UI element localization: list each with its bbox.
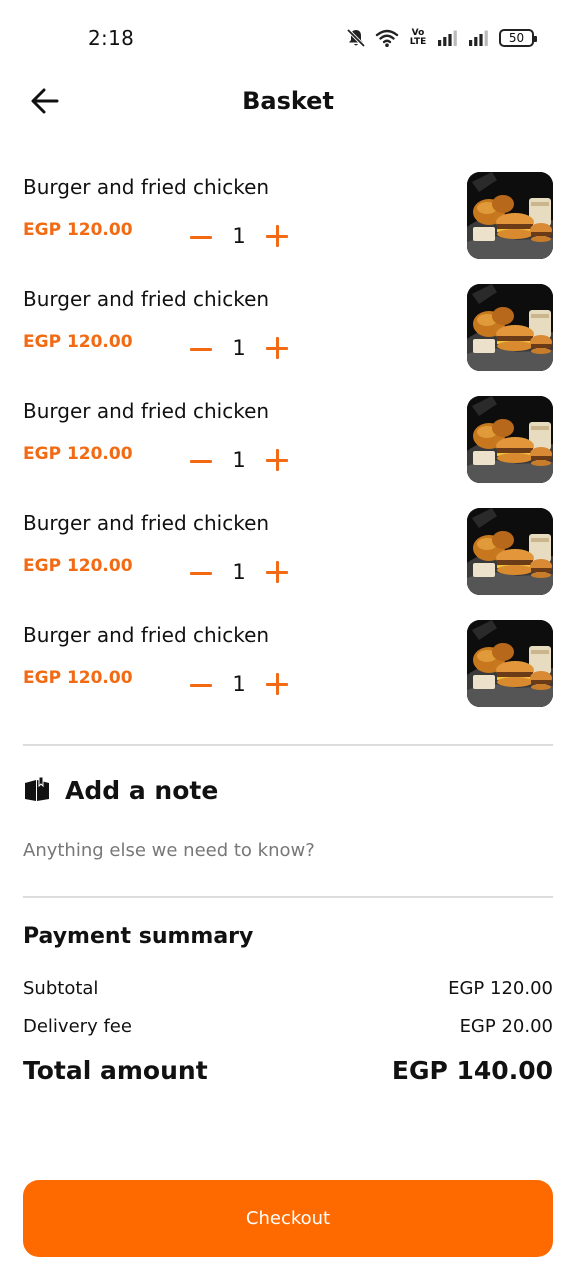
decrease-quantity-button[interactable] bbox=[186, 670, 216, 700]
plus-icon-stroke bbox=[275, 225, 279, 247]
minus-icon bbox=[190, 571, 212, 575]
item-price: EGP 120.00 bbox=[23, 444, 133, 464]
item-price: EGP 120.00 bbox=[23, 668, 133, 688]
increase-quantity-button[interactable] bbox=[262, 445, 292, 475]
status-time: 2:18 bbox=[88, 26, 135, 50]
item-name: Burger and fried chicken bbox=[23, 287, 270, 311]
decrease-quantity-button[interactable] bbox=[186, 558, 216, 588]
item-quantity: 1 bbox=[232, 560, 246, 584]
header: Basket bbox=[0, 78, 576, 128]
basket-item: Burger and fried chicken EGP 120.00 1 bbox=[0, 284, 576, 396]
increase-quantity-button[interactable] bbox=[262, 221, 292, 251]
item-quantity: 1 bbox=[232, 448, 246, 472]
delivery-fee-value: EGP 20.00 bbox=[459, 1016, 553, 1037]
note-icon bbox=[23, 775, 53, 805]
plus-icon-stroke bbox=[275, 561, 279, 583]
item-image bbox=[467, 508, 553, 595]
add-note-section: Add a note bbox=[23, 770, 218, 810]
item-image bbox=[467, 396, 553, 483]
bell-off-icon bbox=[346, 28, 366, 48]
basket-item: Burger and fried chicken EGP 120.00 1 bbox=[0, 396, 576, 508]
item-image bbox=[467, 620, 553, 707]
subtotal-label: Subtotal bbox=[23, 978, 99, 999]
minus-icon bbox=[190, 347, 212, 351]
divider bbox=[23, 896, 553, 898]
signal-icon bbox=[437, 30, 459, 46]
item-price: EGP 120.00 bbox=[23, 220, 133, 240]
add-note-title: Add a note bbox=[65, 775, 219, 805]
item-name: Burger and fried chicken bbox=[23, 511, 270, 535]
plus-icon-stroke bbox=[275, 449, 279, 471]
note-input[interactable] bbox=[23, 834, 553, 866]
minus-icon bbox=[190, 683, 212, 687]
total-row: Total amount EGP 140.00 bbox=[23, 1056, 553, 1085]
minus-icon bbox=[190, 459, 212, 463]
status-bar: 2:18 Vo LTE 50 bbox=[0, 0, 576, 78]
item-quantity: 1 bbox=[232, 224, 246, 248]
plus-icon-stroke bbox=[275, 337, 279, 359]
battery-icon: 50 bbox=[499, 29, 537, 47]
decrease-quantity-button[interactable] bbox=[186, 446, 216, 476]
increase-quantity-button[interactable] bbox=[262, 557, 292, 587]
decrease-quantity-button[interactable] bbox=[186, 334, 216, 364]
subtotal-value: EGP 120.00 bbox=[448, 978, 553, 999]
item-image bbox=[467, 172, 553, 259]
total-label: Total amount bbox=[23, 1056, 208, 1085]
delivery-fee-row: Delivery fee EGP 20.00 bbox=[23, 1016, 553, 1037]
total-value: EGP 140.00 bbox=[391, 1056, 553, 1085]
basket-item: Burger and fried chicken EGP 120.00 1 bbox=[0, 172, 576, 284]
item-name: Burger and fried chicken bbox=[23, 175, 270, 199]
page-title: Basket bbox=[242, 87, 334, 115]
signal-icon bbox=[468, 30, 490, 46]
basket-item-list: Burger and fried chicken EGP 120.00 1 Bu… bbox=[0, 172, 576, 732]
subtotal-row: Subtotal EGP 120.00 bbox=[23, 978, 553, 999]
item-price: EGP 120.00 bbox=[23, 556, 133, 576]
wifi-icon bbox=[375, 28, 399, 48]
item-quantity: 1 bbox=[232, 336, 246, 360]
payment-summary-title: Payment summary bbox=[23, 924, 254, 949]
volte-icon: Vo LTE bbox=[409, 28, 427, 47]
delivery-fee-label: Delivery fee bbox=[23, 1016, 132, 1037]
basket-item: Burger and fried chicken EGP 120.00 1 bbox=[0, 508, 576, 620]
item-name: Burger and fried chicken bbox=[23, 399, 270, 423]
checkout-button[interactable]: Checkout bbox=[23, 1180, 553, 1257]
increase-quantity-button[interactable] bbox=[262, 333, 292, 363]
decrease-quantity-button[interactable] bbox=[186, 222, 216, 252]
plus-icon-stroke bbox=[275, 673, 279, 695]
minus-icon bbox=[190, 235, 212, 239]
increase-quantity-button[interactable] bbox=[262, 669, 292, 699]
status-icons: Vo LTE 50 bbox=[346, 26, 537, 50]
divider bbox=[23, 744, 553, 746]
item-image bbox=[467, 284, 553, 371]
item-quantity: 1 bbox=[232, 672, 246, 696]
basket-item: Burger and fried chicken EGP 120.00 1 bbox=[0, 620, 576, 732]
item-price: EGP 120.00 bbox=[23, 332, 133, 352]
item-name: Burger and fried chicken bbox=[23, 623, 270, 647]
